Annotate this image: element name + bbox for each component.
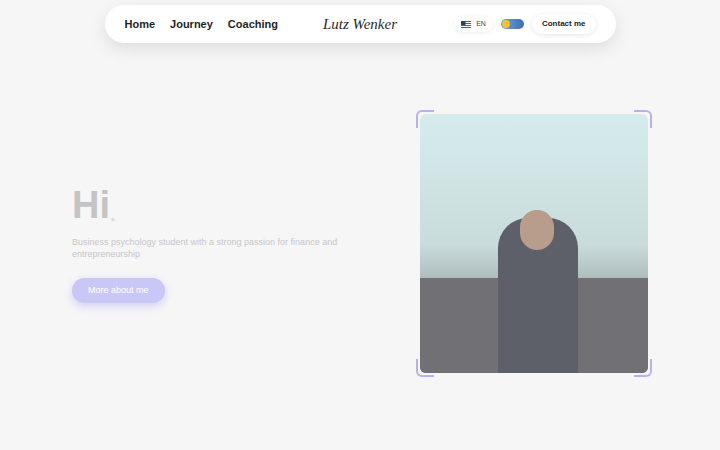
language-button[interactable]: EN: [454, 16, 493, 33]
greeting-dot: .: [110, 204, 116, 224]
more-button[interactable]: More about me: [72, 278, 165, 304]
us-flag-icon: [461, 21, 471, 28]
hero: Hi . Business psychology student with a …: [0, 110, 720, 377]
sun-icon: [502, 20, 510, 28]
nav-links: Home Journey Coaching: [125, 16, 295, 33]
portrait: [416, 110, 652, 377]
greeting: Hi: [72, 184, 110, 226]
nav-link[interactable]: Home: [125, 16, 156, 33]
photo: [420, 114, 648, 373]
navbar: Home Journey Coaching Lutz Wenker EN Conta…: [105, 5, 616, 43]
theme-toggle[interactable]: [501, 19, 524, 29]
contact-button[interactable]: Contact me: [532, 14, 596, 34]
nav-link[interactable]: Journey: [170, 16, 213, 33]
logo[interactable]: Lutz Wenker: [323, 13, 397, 36]
nav-link[interactable]: Coaching: [228, 16, 278, 33]
hero-text: Hi . Business psychology student with a …: [72, 184, 362, 304]
subtitle: Business psychology student with a stron…: [72, 236, 352, 260]
